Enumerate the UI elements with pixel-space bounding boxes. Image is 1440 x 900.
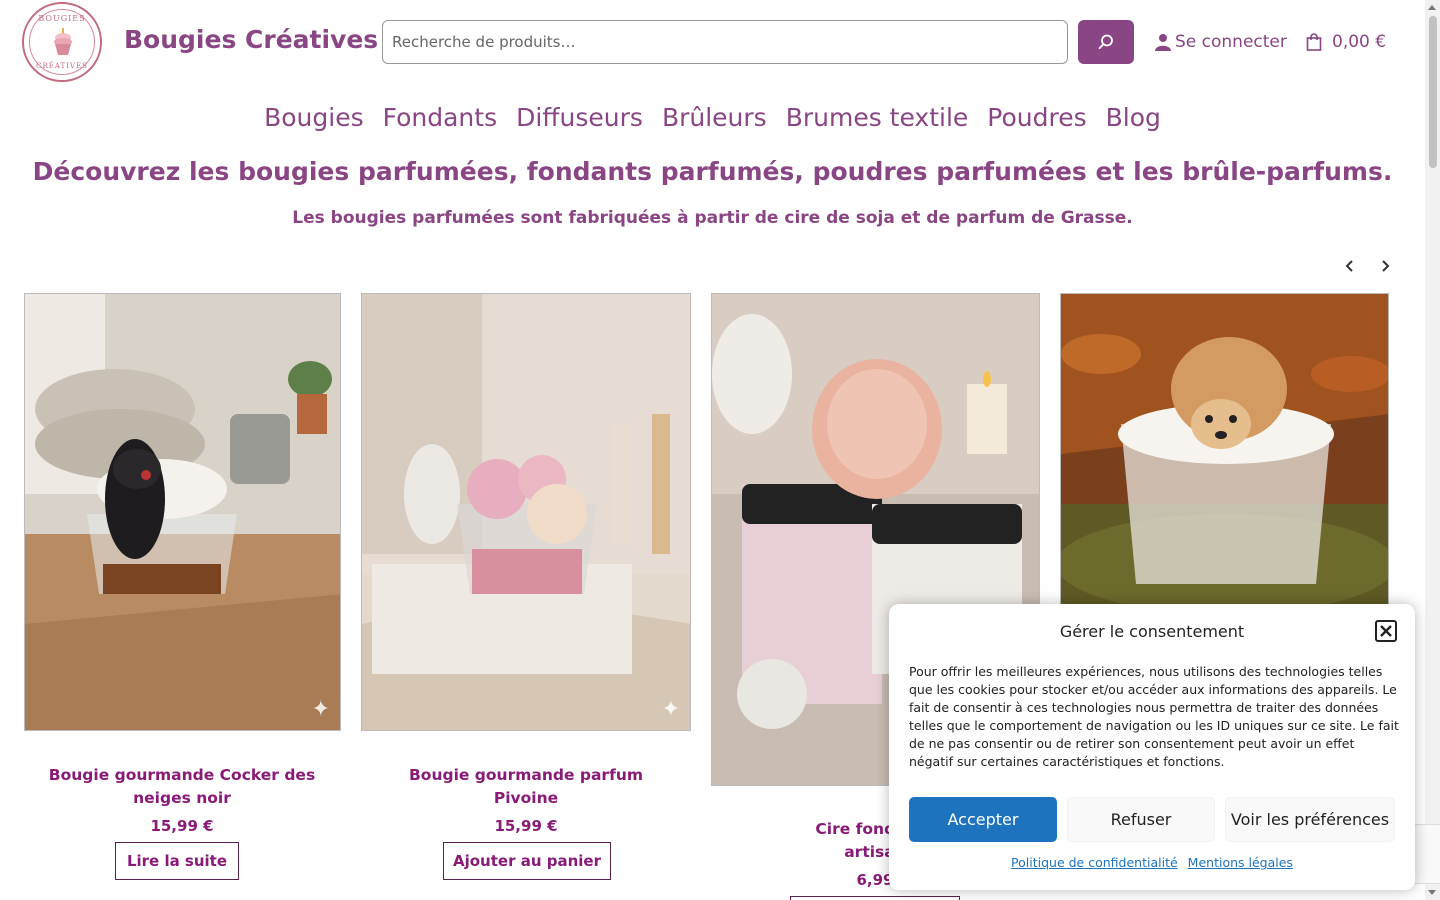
logo-text-bottom: CRÉATIVES: [36, 62, 88, 70]
product-search-input[interactable]: [382, 20, 1068, 64]
refuse-button[interactable]: Refuser: [1067, 797, 1215, 842]
product-title-line: Pivoine: [493, 789, 559, 807]
cupcake-icon: [54, 28, 72, 55]
cart-total: 0,00 €: [1332, 32, 1387, 52]
nav-item-brumes-textile[interactable]: Brumes textile: [786, 103, 969, 132]
nav-item-poudres[interactable]: Poudres: [987, 103, 1086, 132]
add-to-cart-button[interactable]: Ajouter au panier: [443, 842, 611, 880]
product-image[interactable]: [1060, 293, 1389, 608]
user-icon: [1155, 34, 1171, 51]
carousel-next-button[interactable]: [1374, 255, 1396, 277]
page-subline: Les bougies parfumées sont fabriquées à …: [292, 208, 1133, 228]
scroll-down-arrow[interactable]: [1428, 890, 1436, 895]
close-icon: [1380, 625, 1392, 637]
scroll-up-arrow[interactable]: [1428, 5, 1436, 10]
logo-text-top: BOUGIES: [38, 14, 86, 23]
shopping-bag-icon: [1306, 33, 1322, 51]
carousel-prev-button[interactable]: [1339, 255, 1361, 277]
brand-name[interactable]: Bougies Créatives: [124, 25, 378, 54]
privacy-policy-link[interactable]: Politique de confidentialité: [1011, 855, 1178, 870]
page-scrollbar[interactable]: [1425, 0, 1440, 900]
product-photo-peony-candle: [362, 294, 690, 730]
logo-badge: BOUGIES CRÉATIVES: [29, 9, 95, 75]
page-headline: Découvrez les bougies parfumées, fondant…: [32, 157, 1393, 186]
product-image[interactable]: ✦: [361, 293, 691, 731]
consent-text: Pour offrir les meilleures expériences, …: [909, 664, 1399, 769]
legal-notice-link[interactable]: Mentions légales: [1188, 855, 1293, 870]
consent-links: Politique de confidentialité Mentions lé…: [889, 855, 1415, 870]
search-icon: [1098, 34, 1113, 50]
chevron-right-icon: [1382, 260, 1390, 272]
consent-close-button[interactable]: [1375, 620, 1397, 642]
product-title[interactable]: Bougie gourmande parfum Pivoine: [373, 764, 679, 810]
search-button[interactable]: [1078, 20, 1134, 64]
product-photo-hedgehog-candle: [1061, 294, 1388, 607]
view-preferences-button[interactable]: Voir les préférences: [1225, 797, 1395, 842]
product-title-line: Bougie gourmande Cocker des: [48, 766, 316, 784]
site-logo[interactable]: BOUGIES CRÉATIVES: [22, 2, 102, 82]
read-more-button[interactable]: Lire la suite: [115, 842, 239, 880]
nav-item-blog[interactable]: Blog: [1106, 103, 1161, 132]
sparkle-icon: ✦: [311, 697, 330, 722]
accept-button[interactable]: Accepter: [909, 797, 1057, 842]
product-photo-cocker-candle: [25, 294, 340, 730]
login-label: Se connecter: [1175, 32, 1287, 52]
nav-item-bruleurs[interactable]: Brûleurs: [662, 103, 767, 132]
product-title-line: Bougie gourmande parfum: [408, 766, 643, 784]
nav-item-bougies[interactable]: Bougies: [264, 103, 364, 132]
login-link[interactable]: Se connecter: [1155, 30, 1287, 54]
chevron-left-icon: [1345, 260, 1353, 272]
consent-title: Gérer le consentement: [1059, 622, 1245, 641]
nav-item-diffuseurs[interactable]: Diffuseurs: [516, 103, 643, 132]
product-title-line: neiges noir: [133, 789, 231, 807]
product-image[interactable]: ✦: [24, 293, 341, 731]
product-price: 15,99 €: [150, 817, 214, 835]
site-header: BOUGIES CRÉATIVES Bougies Créatives Se c…: [0, 0, 1425, 84]
cart-link[interactable]: 0,00 €: [1306, 30, 1386, 54]
main-nav: Bougies Fondants Diffuseurs Brûleurs Bru…: [0, 103, 1425, 132]
sparkle-icon: ✦: [661, 697, 680, 722]
cookie-consent-dialog: Gérer le consentement Pour offrir les me…: [889, 604, 1415, 890]
product-price: 15,99 €: [494, 817, 558, 835]
nav-item-fondants[interactable]: Fondants: [383, 103, 498, 132]
product-title[interactable]: Bougie gourmande Cocker des neiges noir: [29, 764, 335, 810]
product-action-button[interactable]: [790, 896, 960, 900]
scroll-thumb[interactable]: [1429, 16, 1437, 168]
